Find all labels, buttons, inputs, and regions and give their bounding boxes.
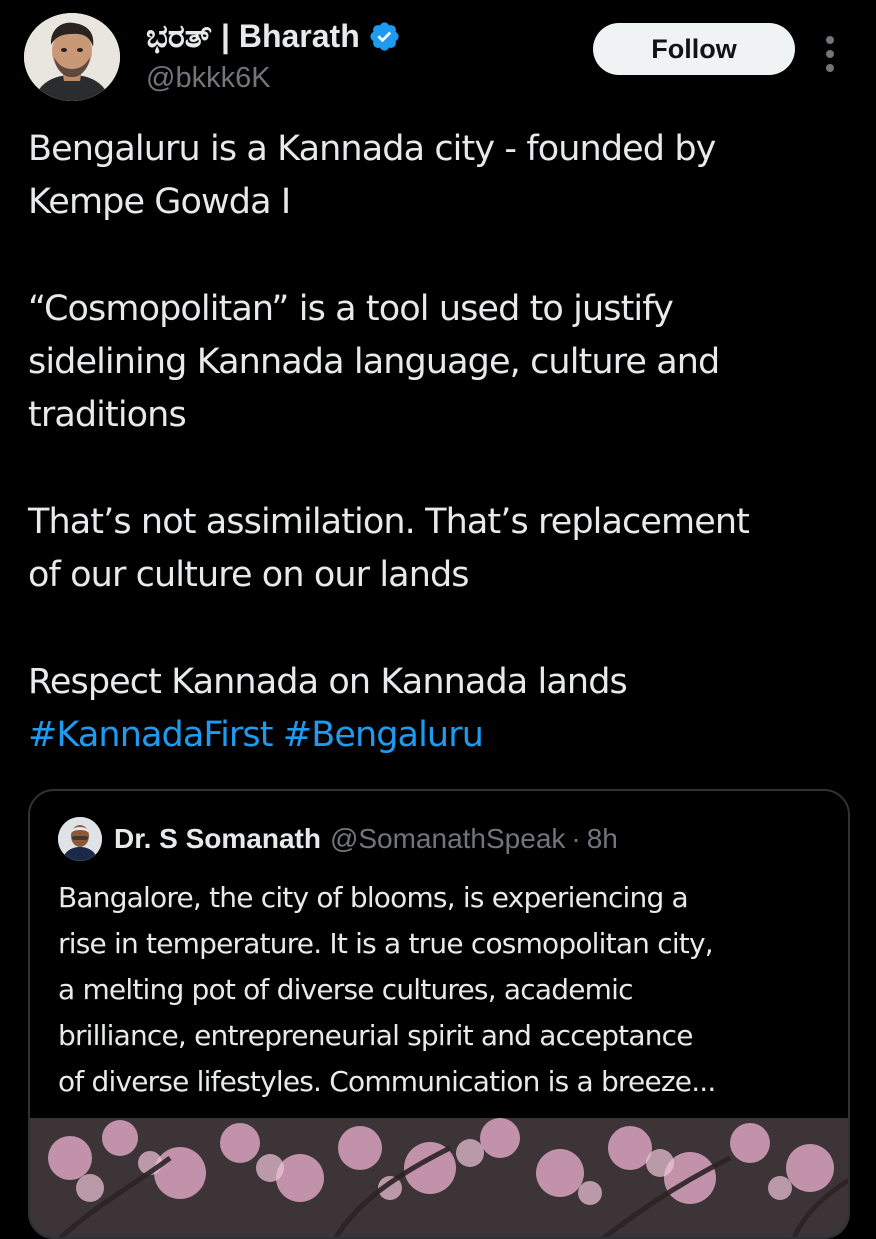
quoted-tweet-card[interactable]: Dr. S Somanath @SomanathSpeak · 8h Banga…	[28, 789, 850, 1239]
quoted-tweet-header: Dr. S Somanath @SomanathSpeak · 8h	[58, 817, 618, 861]
hashtag-link[interactable]: #Bengaluru	[283, 715, 484, 755]
hashtag-line: #KannadaFirst #Bengaluru	[28, 709, 868, 762]
quoted-line: a melting pot of diverse cultures, acade…	[58, 973, 633, 1006]
quoted-author-name[interactable]: Dr. S Somanath	[114, 823, 321, 855]
quoted-tweet-image[interactable]	[30, 1118, 848, 1237]
separator-dot: ·	[571, 823, 581, 854]
tweet-line: Respect Kannada on Kannada lands	[28, 662, 628, 702]
author-display-name[interactable]: ಭರತ್ | Bharath	[146, 14, 360, 58]
more-options-button[interactable]	[816, 30, 844, 74]
quoted-author-avatar[interactable]	[58, 817, 102, 861]
author-avatar[interactable]	[24, 13, 120, 101]
quoted-line: Bangalore, the city of blooms, is experi…	[58, 881, 689, 914]
author-name-row: ಭರತ್ | Bharath	[146, 14, 401, 58]
author-handle[interactable]: @bkkk6K	[146, 58, 271, 98]
tweet-line: “Cosmopolitan” is a tool used to justify	[28, 289, 674, 329]
quoted-line: rise in temperature. It is a true cosmop…	[58, 927, 714, 960]
tweet-line: Bengaluru is a Kannada city - founded by	[28, 129, 716, 169]
verified-badge-icon	[370, 21, 399, 51]
follow-button[interactable]: Follow	[593, 23, 795, 75]
tweet-line: That’s not assimilation. That’s replacem…	[28, 502, 750, 542]
quoted-tweet-timestamp[interactable]: 8h	[587, 823, 618, 855]
tweet-line: of our culture on our lands	[28, 555, 470, 595]
tweet-text: Bengaluru is a Kannada city - founded by…	[28, 123, 868, 762]
quoted-line: of diverse lifestyles. Communication is …	[58, 1065, 716, 1098]
quoted-line: brilliance, entrepreneurial spirit and a…	[58, 1019, 693, 1052]
quoted-author-handle[interactable]: @SomanathSpeak	[330, 823, 565, 855]
tweet-line: Kempe Gowda I	[28, 182, 291, 222]
quoted-tweet-text: Bangalore, the city of blooms, is experi…	[58, 875, 838, 1105]
hashtag-link[interactable]: #KannadaFirst	[28, 715, 273, 755]
tweet-line: sidelining Kannada language, culture and	[28, 342, 720, 382]
tweet-line: traditions	[28, 395, 187, 435]
more-vertical-icon	[826, 36, 834, 44]
